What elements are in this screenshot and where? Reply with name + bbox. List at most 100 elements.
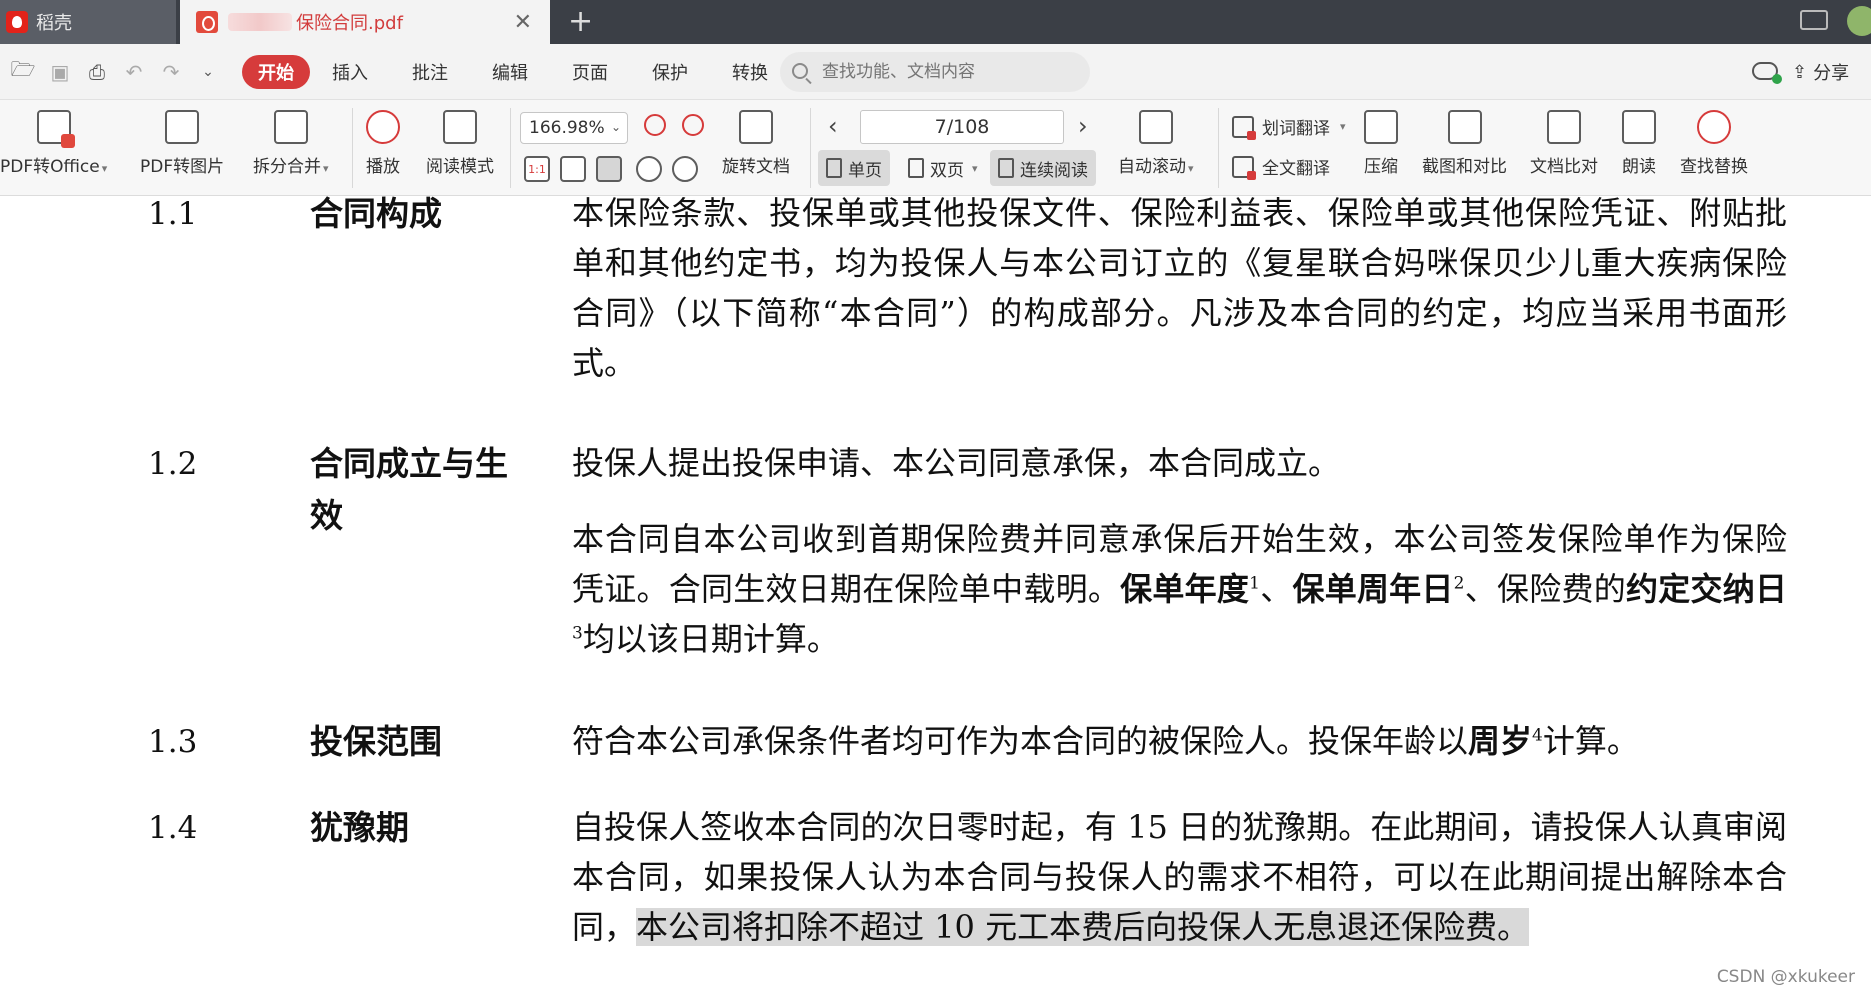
pdf-to-office-icon xyxy=(36,110,75,148)
section-text: 自投保人签收本合同的次日零时起，有 15 日的犹豫期。在此期间，请投保人认真审阅… xyxy=(572,802,1787,952)
pdf-to-image-button[interactable]: PDF转图片 xyxy=(140,110,224,177)
double-page-button[interactable]: 双页 ▾ xyxy=(900,150,986,186)
text-run: 、保险费的 xyxy=(1464,570,1626,608)
word-translate-button[interactable]: 划词翻译 ▾ xyxy=(1232,114,1346,140)
read-aloud-button[interactable]: 朗读 xyxy=(1622,110,1656,177)
section-title: 合同成立与生效 xyxy=(310,444,508,535)
single-page-button[interactable]: 单页 xyxy=(818,150,890,186)
menu-insert[interactable]: 插入 xyxy=(332,59,368,85)
menu-start[interactable]: 开始 xyxy=(242,54,310,89)
page-number-input[interactable] xyxy=(860,110,1064,144)
footnote-ref[interactable]: 3 xyxy=(572,623,583,643)
read-aloud-label: 朗读 xyxy=(1622,157,1656,177)
word-translate-label: 划词翻译 xyxy=(1262,119,1330,139)
find-replace-button[interactable]: 查找替换 xyxy=(1680,110,1748,177)
pdf-to-image-label: PDF转图片 xyxy=(140,157,225,177)
new-tab-button[interactable]: + xyxy=(568,4,593,39)
book-icon xyxy=(443,110,477,144)
toolbar-divider xyxy=(510,108,511,188)
document-compare-button[interactable]: 文档比对 xyxy=(1530,110,1598,177)
cloud-sync-icon[interactable] xyxy=(1752,62,1782,84)
continuous-reading-button[interactable]: 连续阅读 xyxy=(990,150,1096,186)
footnote-ref[interactable]: 1 xyxy=(1249,573,1260,593)
tab-document[interactable]: 保险合同.pdf ✕ xyxy=(180,0,550,44)
footnote-ref[interactable]: 4 xyxy=(1532,725,1543,745)
blurred-filename xyxy=(228,13,292,31)
auto-scroll-button[interactable]: 自动滚动 ▾ xyxy=(1118,110,1194,177)
double-page-label: 双页 xyxy=(930,160,964,181)
menu-page[interactable]: 页面 xyxy=(572,59,608,85)
window-mode-icon[interactable] xyxy=(1800,10,1828,30)
section-number: 1.1 xyxy=(148,196,198,232)
close-tab-icon[interactable]: ✕ xyxy=(514,10,532,35)
defined-term: 保单年度 xyxy=(1120,570,1250,608)
document-compare-icon xyxy=(1547,110,1581,144)
fit-page-button[interactable] xyxy=(560,156,586,182)
watermark: CSDN @xkukeer xyxy=(1716,967,1855,987)
zoom-value: 166.98% xyxy=(529,118,605,138)
menu-edit[interactable]: 编辑 xyxy=(492,59,528,85)
actual-size-button[interactable]: 1:1 xyxy=(524,156,550,182)
prev-page-button[interactable]: ‹ xyxy=(828,112,838,140)
section-text: 投保人提出投保申请、本公司同意承保，本合同成立。 xyxy=(572,444,1341,482)
section-text: 本保险条款、投保单或其他投保文件、保险利益表、保险单或其他保险凭证、附贴批单和其… xyxy=(572,194,1787,382)
share-icon: ⇪ xyxy=(1792,61,1808,83)
auto-scroll-icon xyxy=(1138,110,1173,144)
menu-protect[interactable]: 保护 xyxy=(652,59,688,85)
rotate-left-icon[interactable] xyxy=(636,156,662,182)
rotate-document-label: 旋转文档 xyxy=(722,157,790,177)
share-button[interactable]: ⇪ 分享 xyxy=(1792,59,1849,85)
quick-access-dropdown-icon[interactable]: ⌄ xyxy=(194,58,222,86)
rotate-right-icon[interactable] xyxy=(672,156,698,182)
title-bar: 稻壳 保险合同.pdf ✕ + xyxy=(0,0,1871,44)
single-page-label: 单页 xyxy=(848,160,882,181)
section-number: 1.2 xyxy=(148,446,198,482)
undo-icon[interactable]: ↶ xyxy=(120,58,148,86)
zoom-out-icon[interactable] xyxy=(644,114,666,136)
section-number: 1.3 xyxy=(148,724,198,760)
zoom-select[interactable]: 166.98% ⌄ xyxy=(520,112,628,144)
pdf-to-office-button[interactable]: PDF转Office ▾ xyxy=(0,110,107,177)
avatar[interactable] xyxy=(1847,6,1871,36)
tab-home[interactable]: 稻壳 xyxy=(0,0,176,44)
menu-annotate[interactable]: 批注 xyxy=(412,59,448,85)
continuous-reading-icon xyxy=(998,158,1014,178)
split-merge-button[interactable]: 拆分合并 ▾ xyxy=(253,110,329,177)
next-page-button[interactable]: › xyxy=(1078,112,1088,140)
tab-home-label: 稻壳 xyxy=(36,13,72,34)
read-mode-button[interactable]: 阅读模式 xyxy=(426,110,494,177)
footnote-ref[interactable]: 2 xyxy=(1454,573,1465,593)
read-aloud-icon xyxy=(1622,110,1656,144)
toolbar-divider xyxy=(352,108,353,188)
search-icon xyxy=(792,63,808,79)
redo-icon[interactable]: ↷ xyxy=(157,58,185,86)
fit-width-button[interactable] xyxy=(596,156,622,182)
split-merge-icon xyxy=(273,110,308,144)
compress-button[interactable]: 压缩 xyxy=(1364,110,1398,177)
app-logo-icon xyxy=(6,11,28,33)
zoom-in-icon[interactable] xyxy=(682,114,704,136)
tab-document-label: 保险合同.pdf xyxy=(296,13,403,34)
toolbar-divider xyxy=(1218,108,1219,188)
play-icon xyxy=(366,110,400,144)
save-icon[interactable]: ▣ xyxy=(46,58,74,86)
menu-convert[interactable]: 转换 xyxy=(732,59,768,85)
text-run: 计算。 xyxy=(1542,722,1639,760)
chevron-down-icon: ⌄ xyxy=(610,120,621,134)
play-button[interactable]: 播放 xyxy=(366,110,400,177)
section-text: 符合本公司承保条件者均可作为本合同的被保险人。投保年龄以周岁4计算。 xyxy=(572,716,1787,766)
pdf-file-icon xyxy=(196,11,218,33)
translate-icon xyxy=(1232,115,1256,140)
read-mode-label: 阅读模式 xyxy=(426,157,494,177)
rotate-document-button[interactable]: 旋转文档 xyxy=(722,110,790,177)
search-input[interactable] xyxy=(780,52,1090,92)
screenshot-compare-button[interactable]: 截图和对比 xyxy=(1422,110,1507,177)
section-text: 本合同自本公司收到首期保险费并同意承保后开始生效，本公司签发保险单作为保险凭证。… xyxy=(572,514,1787,664)
defined-term: 约定交纳日 xyxy=(1625,570,1787,608)
print-icon[interactable]: ⎙ xyxy=(83,58,111,86)
single-page-icon xyxy=(826,158,842,178)
open-folder-icon[interactable]: 🗁 xyxy=(9,57,37,86)
full-translate-button[interactable]: 全文翻译 xyxy=(1232,154,1330,180)
selected-text[interactable]: 本公司将扣除不超过 10 元工本费后向投保人无息退还保险费。 xyxy=(636,908,1530,946)
toolbar-divider xyxy=(810,108,811,188)
